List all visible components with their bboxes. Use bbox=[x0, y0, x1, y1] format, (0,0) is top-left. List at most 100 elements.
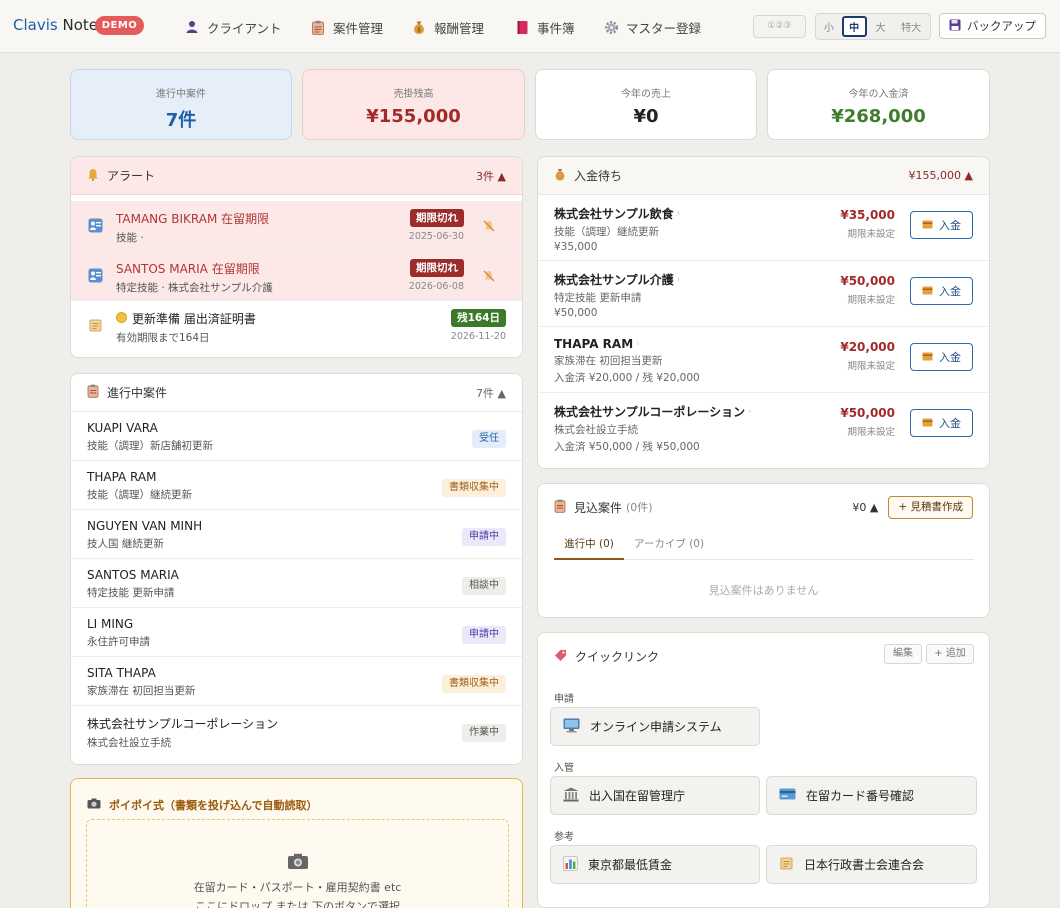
clipboard-icon bbox=[554, 499, 566, 516]
prospects-count: (0件) bbox=[626, 501, 653, 514]
tab-in-progress[interactable]: 進行中 (0) bbox=[554, 532, 624, 560]
active-cases-panel: 進行中案件 7件 ▲ KUAPI VARA 技能（調理）新店舗初更新 受任 TH… bbox=[70, 373, 523, 765]
cases-title: 進行中案件 bbox=[107, 386, 168, 400]
camera-icon bbox=[87, 853, 508, 873]
size-large-button[interactable]: 大 bbox=[869, 16, 893, 37]
quick-links-title: クイックリンク bbox=[575, 650, 660, 664]
payments-total[interactable]: ¥155,000 ▲ bbox=[909, 169, 973, 182]
prospects-tabs: 進行中 (0) アーカイブ (0) bbox=[554, 532, 974, 560]
payment-row[interactable]: THAPA RAM ⁱ 家族滞在 初回担当更新 入金済 ¥20,000 / 残 ¥… bbox=[538, 327, 989, 393]
stat-year-received[interactable]: 今年の入金済 ¥268,000 bbox=[767, 69, 990, 140]
person-icon bbox=[184, 19, 200, 35]
mute-bell-icon[interactable] bbox=[482, 269, 496, 283]
nav-casebook[interactable]: 事件簿 bbox=[514, 18, 575, 36]
receive-payment-button[interactable]: 入金 bbox=[910, 409, 973, 437]
cases-header[interactable]: 進行中案件 7件 ▲ bbox=[71, 374, 522, 412]
book-icon bbox=[514, 19, 530, 35]
quick-links-panel: クイックリンク 編集 + 追加 申請 オンライン申請システム 入管 出入国在留管… bbox=[537, 632, 990, 908]
payment-row[interactable]: 株式会社サンプルコーポレーション ⁱ 株式会社設立手続 入金済 ¥50,000 /… bbox=[538, 393, 989, 459]
link-tokyo-minimum-wage[interactable]: 東京都最低賃金 bbox=[550, 845, 760, 884]
section-label: 申請 bbox=[554, 694, 574, 705]
receive-payment-button[interactable]: 入金 bbox=[910, 211, 973, 239]
expired-badge: 期限切れ bbox=[410, 259, 464, 277]
add-link-button[interactable]: + 追加 bbox=[926, 644, 974, 664]
stat-year-sales[interactable]: 今年の売上 ¥0 bbox=[535, 69, 757, 140]
receive-payment-button[interactable]: 入金 bbox=[910, 277, 973, 305]
mute-bell-icon[interactable] bbox=[482, 219, 496, 233]
nav-clients[interactable]: クライアント bbox=[184, 18, 282, 36]
case-row[interactable]: NGUYEN VAN MINH 技人国 継続更新 申請中 bbox=[71, 510, 522, 559]
case-row[interactable]: LI MING 永住許可申請 申請中 bbox=[71, 608, 522, 657]
demo-badge: DEMO bbox=[95, 16, 144, 35]
case-row[interactable]: SITA THAPA 家族滞在 初回担当更新 書類収集中 bbox=[71, 657, 522, 706]
case-row[interactable]: 株式会社サンプルコーポレーション 株式会社設立手続 作業中 bbox=[71, 706, 522, 755]
nav-cases[interactable]: 案件管理 bbox=[310, 18, 383, 36]
svg-text:$: $ bbox=[417, 26, 421, 33]
status-badge: 相談中 bbox=[462, 577, 506, 595]
bar-chart-icon bbox=[563, 855, 578, 874]
alert-item[interactable]: TAMANG BIKRAM 在留期限 技能 · 期限切れ 2025-06-30 bbox=[71, 201, 522, 251]
case-row[interactable]: SANTOS MARIA 特定技能 更新申請 相談中 bbox=[71, 559, 522, 608]
top-navigation-bar: Clavis Note DEMO クライアント 案件管理 $ 報酬管理 事件簿 … bbox=[0, 0, 1060, 53]
scroll-icon bbox=[779, 856, 794, 874]
yellow-circle-icon bbox=[116, 311, 127, 326]
alerts-panel: アラート 3件 ▲ TAMANG BIKRAM 在留期限 技能 · 期限切れ 2… bbox=[70, 156, 523, 358]
alerts-header[interactable]: アラート 3件 ▲ bbox=[71, 157, 522, 195]
card-icon bbox=[922, 219, 933, 232]
case-row[interactable]: KUAPI VARA 技能（調理）新店舗初更新 受任 bbox=[71, 412, 522, 461]
link-residence-card-check[interactable]: 在留カード番号確認 bbox=[766, 776, 977, 815]
section-label: 参考 bbox=[554, 832, 574, 843]
link-gyoseishoshi-federation[interactable]: 日本行政書士会連合会 bbox=[766, 845, 977, 884]
status-badge: 受任 bbox=[472, 430, 506, 448]
size-small-button[interactable]: 小 bbox=[818, 16, 840, 37]
numbering-toggle[interactable]: ①②③ bbox=[753, 15, 806, 38]
card-icon bbox=[922, 351, 933, 364]
payment-row[interactable]: 株式会社サンプル飲食 ⁱ 技能（調理）継続更新 ¥35,000 ¥35,000 期… bbox=[538, 195, 989, 261]
clipboard-icon bbox=[87, 384, 99, 401]
alerts-title: アラート bbox=[107, 169, 156, 183]
link-immigration-agency[interactable]: 出入国在留管理庁 bbox=[550, 776, 760, 815]
status-badge: 申請中 bbox=[462, 626, 506, 644]
stat-receivables[interactable]: 売掛残高 ¥155,000 bbox=[302, 69, 525, 140]
tab-archive[interactable]: アーカイブ (0) bbox=[634, 532, 704, 560]
nav-fees[interactable]: $ 報酬管理 bbox=[411, 18, 484, 36]
payment-row[interactable]: 株式会社サンプル介護 ⁱ 特定技能 更新申請 ¥50,000 ¥50,000 期限… bbox=[538, 261, 989, 327]
money-bag-icon bbox=[554, 168, 566, 184]
status-badge: 書類収集中 bbox=[442, 479, 506, 497]
cases-count[interactable]: 7件 ▲ bbox=[476, 385, 506, 401]
computer-icon bbox=[563, 718, 580, 736]
create-estimate-button[interactable]: + 見積書作成 bbox=[888, 495, 973, 519]
edit-links-button[interactable]: 編集 bbox=[884, 644, 922, 664]
floppy-disk-icon bbox=[949, 19, 961, 34]
link-online-application[interactable]: オンライン申請システム bbox=[550, 707, 760, 746]
expired-badge: 期限切れ bbox=[410, 209, 464, 227]
clipboard-icon bbox=[310, 19, 326, 35]
alert-item[interactable]: SANTOS MARIA 在留期限 特定技能 · 株式会社サンプル介護 期限切れ… bbox=[71, 251, 522, 301]
gear-icon bbox=[603, 19, 619, 35]
size-medium-button[interactable]: 中 bbox=[841, 16, 867, 37]
stat-active-cases[interactable]: 進行中案件 7件 bbox=[70, 69, 292, 140]
scroll-icon bbox=[88, 318, 103, 333]
case-row[interactable]: THAPA RAM 技能（調理）継続更新 書類収集中 bbox=[71, 461, 522, 510]
backup-button[interactable]: バックアップ bbox=[939, 13, 1046, 39]
alert-item[interactable]: 更新準備 届出済証明書 有効期限まで164日 残164日 2026-11-20 bbox=[71, 301, 522, 351]
document-dropzone-panel: ポイポイ式（書類を投げ込んで自動読取） 在留カード・パスポート・雇用契約書 et… bbox=[70, 778, 523, 908]
prospects-empty-message: 見込案件はありません bbox=[708, 584, 819, 597]
government-building-icon bbox=[563, 787, 579, 805]
status-badge: 作業中 bbox=[462, 724, 506, 742]
alerts-count[interactable]: 3件 ▲ bbox=[476, 168, 506, 184]
bell-icon bbox=[87, 168, 99, 184]
payments-header[interactable]: 入金待ち ¥155,000 ▲ bbox=[538, 157, 989, 195]
dropzone-area[interactable]: 在留カード・パスポート・雇用契約書 etc ここにドロップ または 下のボタンで… bbox=[86, 819, 509, 908]
prospects-panel: 見込案件 (0件) ¥0 ▲ + 見積書作成 進行中 (0) アーカイブ (0)… bbox=[537, 483, 990, 618]
nav-master[interactable]: マスター登録 bbox=[603, 18, 701, 36]
card-icon bbox=[922, 285, 933, 298]
prospects-total[interactable]: ¥0 ▲ bbox=[852, 501, 878, 514]
dropzone-title: ポイポイ式（書類を投げ込んで自動読取） bbox=[109, 799, 318, 812]
prospects-title: 見込案件 bbox=[574, 500, 623, 515]
payments-pending-panel: 入金待ち ¥155,000 ▲ 株式会社サンプル飲食 ⁱ 技能（調理）継続更新 ¥… bbox=[537, 156, 990, 469]
app-logo[interactable]: Clavis Note bbox=[13, 16, 98, 34]
receive-payment-button[interactable]: 入金 bbox=[910, 343, 973, 371]
tag-icon bbox=[554, 649, 567, 665]
size-xlarge-button[interactable]: 特大 bbox=[894, 16, 928, 37]
